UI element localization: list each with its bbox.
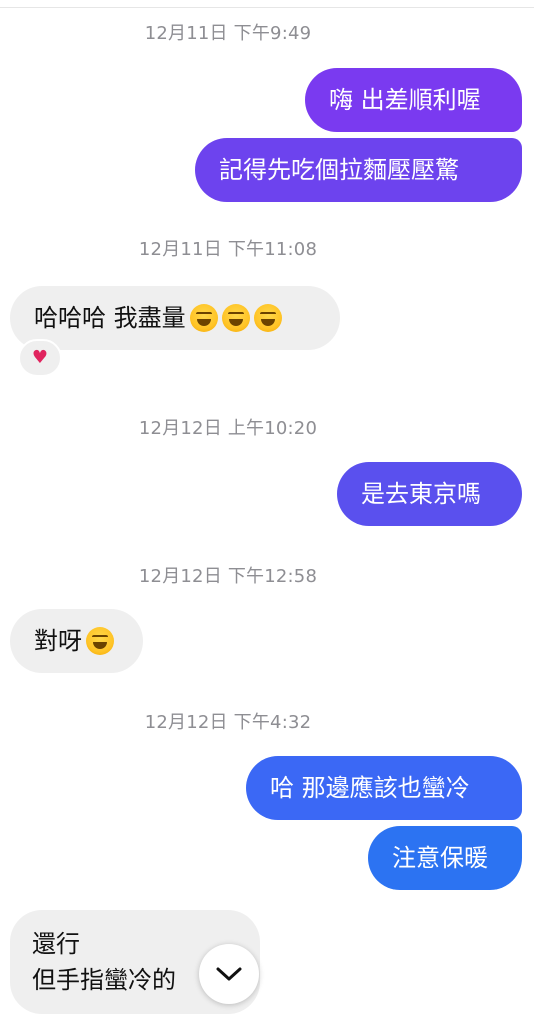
laughing-face-emoji-icon bbox=[221, 304, 250, 332]
laughing-face-emoji-icon bbox=[189, 304, 218, 332]
outgoing-message[interactable]: 注意保暖 bbox=[368, 826, 522, 890]
timestamp: 12月12日 下午12:58 bbox=[138, 566, 318, 587]
outgoing-message[interactable]: 嗨 出差順利喔 bbox=[305, 68, 522, 132]
laughing-face-emoji-icon bbox=[253, 304, 282, 332]
incoming-message[interactable]: 對呀 bbox=[10, 609, 143, 673]
timestamp: 12月11日 下午9:49 bbox=[144, 23, 312, 44]
top-divider bbox=[0, 7, 534, 8]
message-text: 是去東京嗎 bbox=[361, 480, 481, 508]
heart-icon: ♥ bbox=[31, 347, 49, 368]
message-text: 注意保暖 bbox=[392, 844, 488, 872]
timestamp: 12月12日 上午10:20 bbox=[138, 418, 318, 439]
heart-reaction[interactable]: ♥ bbox=[18, 339, 62, 377]
message-text: 對呀 bbox=[34, 627, 82, 655]
outgoing-message[interactable]: 是去東京嗎 bbox=[337, 462, 522, 526]
timestamp: 12月11日 下午11:08 bbox=[138, 239, 318, 260]
message-text: 哈 那邊應該也蠻冷 bbox=[270, 774, 470, 802]
message-text: 哈哈哈 我盡量 bbox=[34, 304, 186, 332]
message-text: 記得先吃個拉麵壓壓驚 bbox=[219, 156, 459, 184]
laughing-face-emoji-icon bbox=[86, 627, 114, 655]
chevron-down-icon bbox=[216, 967, 242, 981]
outgoing-message[interactable]: 記得先吃個拉麵壓壓驚 bbox=[195, 138, 522, 202]
message-text: 嗨 出差順利喔 bbox=[329, 86, 481, 114]
timestamp: 12月12日 下午4:32 bbox=[144, 712, 312, 733]
incoming-message[interactable]: 哈哈哈 我盡量 bbox=[10, 286, 340, 350]
scroll-to-bottom-button[interactable] bbox=[199, 944, 259, 1004]
outgoing-message[interactable]: 哈 那邊應該也蠻冷 bbox=[246, 756, 522, 820]
